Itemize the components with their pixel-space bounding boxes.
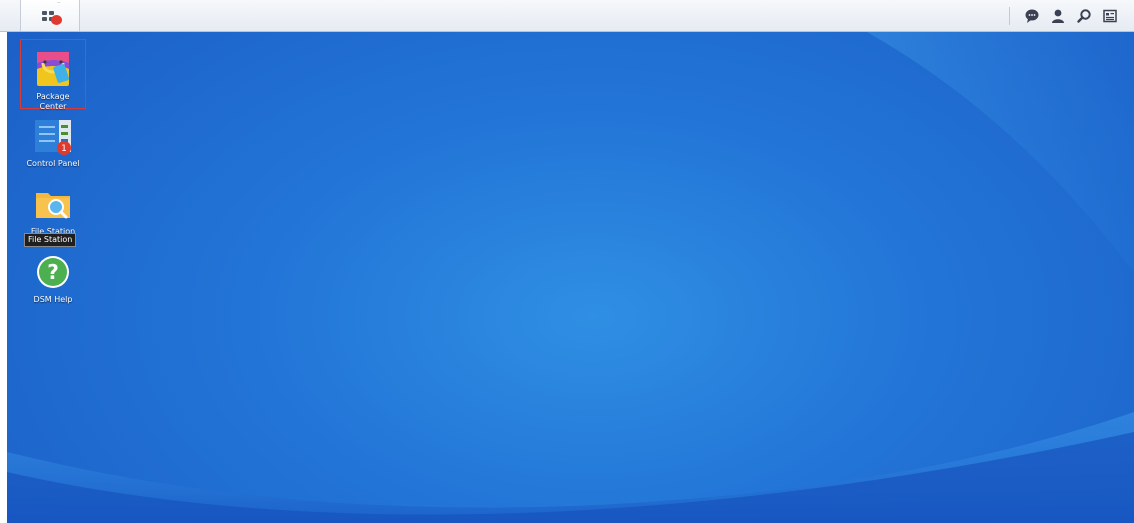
desktop-icon-file-station[interactable]: File Station	[17, 184, 89, 237]
file-station-icon	[33, 184, 73, 224]
main-menu-button[interactable]: ··	[20, 0, 80, 31]
dsm-screen: ·· Package Center 1 Control Panel File S…	[0, 0, 1134, 523]
chat-icon	[1025, 9, 1039, 23]
user-button[interactable]	[1046, 4, 1070, 28]
wallpaper-waves	[7, 32, 1134, 523]
desktop-icon-dsm-help[interactable]: ? DSM Help	[17, 252, 89, 305]
package-center-icon	[33, 49, 73, 89]
dsm-help-label: DSM Help	[33, 295, 73, 304]
search-icon	[1077, 8, 1091, 23]
tray-separator	[1009, 6, 1010, 25]
svg-text:?: ?	[47, 260, 59, 284]
control-panel-label: Control Panel	[26, 159, 80, 168]
control-panel-icon: 1	[33, 116, 73, 156]
desktop-icon-control-panel[interactable]: 1 Control Panel	[17, 116, 89, 169]
tooltip: File Station	[24, 233, 77, 247]
control-panel-badge: 1	[61, 144, 67, 154]
desktop-icon-package-center[interactable]: Package Center	[20, 39, 86, 111]
desktop[interactable]: Package Center 1 Control Panel File Stat…	[7, 32, 1134, 523]
help-icon: ?	[33, 252, 73, 292]
notification-badge	[51, 15, 62, 25]
system-tray	[1009, 0, 1122, 31]
search-button[interactable]	[1072, 4, 1096, 28]
user-icon	[1052, 9, 1064, 23]
package-center-label: Package Center	[36, 92, 70, 111]
menu-dots-icon: ··	[57, 0, 61, 7]
chat-button[interactable]	[1020, 4, 1044, 28]
widgets-icon	[1103, 9, 1117, 22]
taskbar: ··	[0, 0, 1134, 32]
widgets-button[interactable]	[1098, 4, 1122, 28]
